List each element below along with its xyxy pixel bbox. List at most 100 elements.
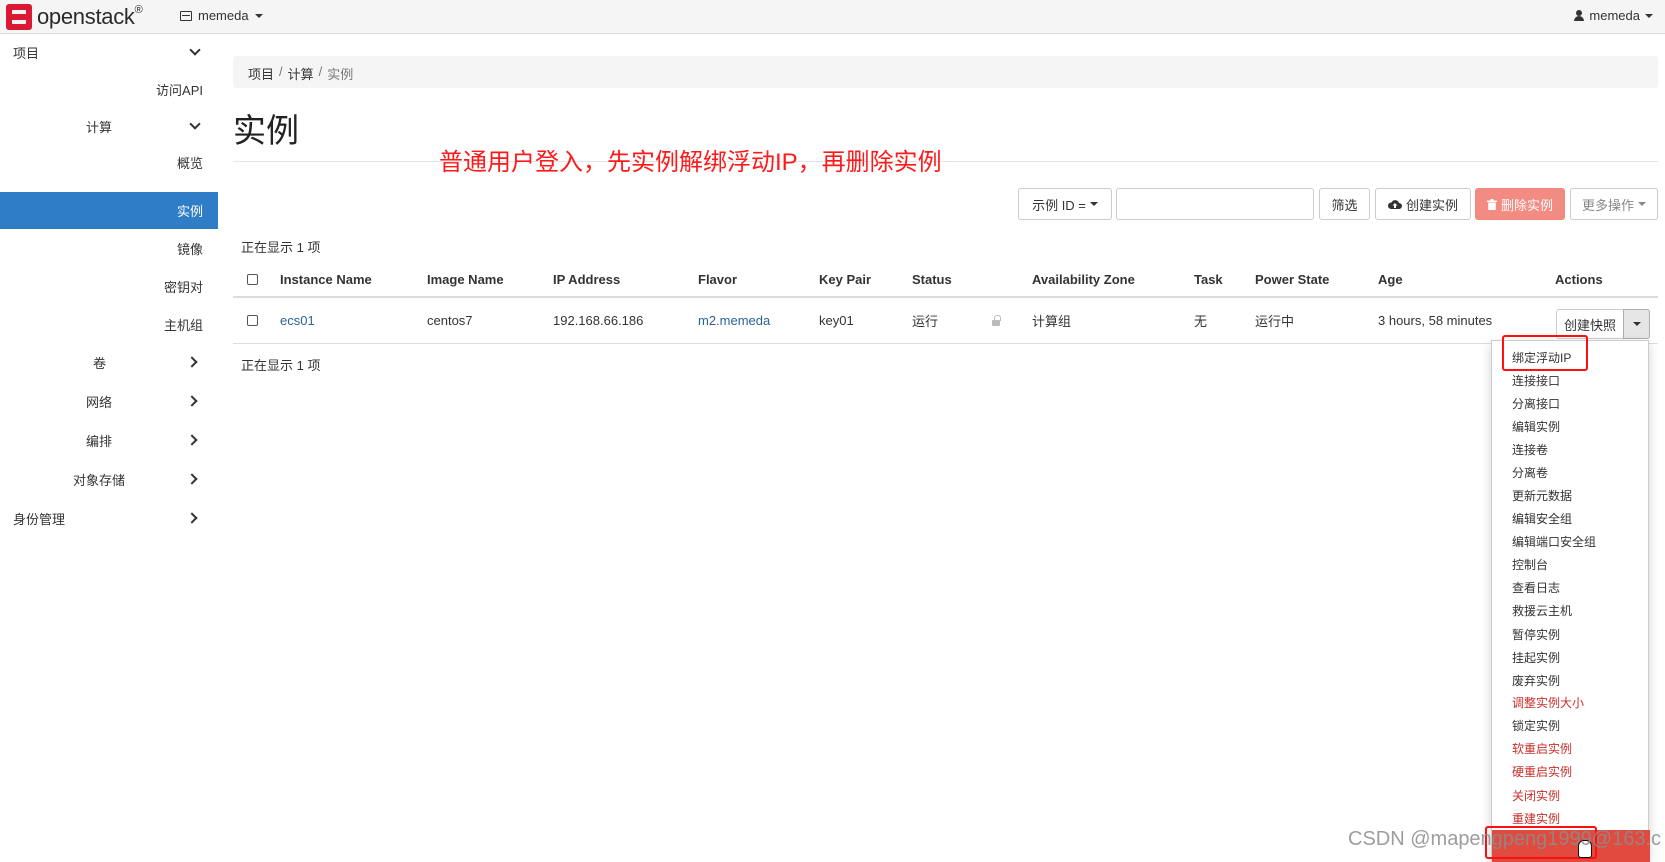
menu-item-hard-reboot[interactable]: 硬重启实例 <box>1512 760 1572 782</box>
openstack-logo-icon <box>6 4 32 30</box>
breadcrumb-item-project[interactable]: 项目 <box>248 64 274 82</box>
menu-item-lock-instance[interactable]: 锁定实例 <box>1512 714 1560 736</box>
more-actions-button[interactable]: 更多操作 <box>1570 188 1658 220</box>
menu-item-edit-instance[interactable]: 编辑实例 <box>1512 415 1560 437</box>
column-header-image-name[interactable]: Image Name <box>427 262 504 296</box>
row-actions-menu: 绑定浮动IP 连接接口 分离接口 编辑实例 连接卷 分离卷 更新元数据 编辑安全… <box>1491 340 1650 862</box>
menu-item-console[interactable]: 控制台 <box>1512 553 1548 575</box>
cloud-upload-icon <box>1388 199 1402 209</box>
row-actions-dropdown-toggle[interactable] <box>1623 309 1650 339</box>
sidebar-item-volumes[interactable]: 卷 <box>0 344 218 380</box>
user-menu[interactable]: memeda <box>1574 8 1653 23</box>
breadcrumb-item-compute[interactable]: 计算 <box>288 64 314 82</box>
column-header-age[interactable]: Age <box>1378 262 1403 296</box>
row-checkbox[interactable] <box>247 315 258 326</box>
create-snapshot-label: 创建快照 <box>1563 317 1616 333</box>
column-header-key-pair[interactable]: Key Pair <box>819 262 871 296</box>
sidebar-item-label: 卷 <box>93 355 107 371</box>
delete-instances-label: 删除实例 <box>1500 197 1553 213</box>
sidebar-item-label: 实例 <box>176 204 203 219</box>
sidebar-item-network[interactable]: 网络 <box>0 383 218 419</box>
menu-item-shelve-instance[interactable]: 废弃实例 <box>1512 669 1560 691</box>
menu-item-detach-interface[interactable]: 分离接口 <box>1512 392 1560 414</box>
user-name: memeda <box>1589 8 1640 23</box>
sidebar-item-orchestration[interactable]: 编排 <box>0 422 218 458</box>
filter-button[interactable]: 筛选 <box>1319 188 1370 220</box>
chevron-down-icon <box>189 44 201 56</box>
caret-down-icon <box>1645 13 1653 18</box>
chevron-right-icon <box>186 395 198 407</box>
brand-registered-mark: ® <box>134 4 143 16</box>
item-count-top: 正在显示 1 项 <box>241 240 321 255</box>
key-pair-cell: key01 <box>819 313 854 328</box>
sidebar-item-object-storage[interactable]: 对象存储 <box>0 461 218 497</box>
menu-item-attach-volume[interactable]: 连接卷 <box>1512 438 1548 460</box>
sidebar-item-key-pairs[interactable]: 密钥对 <box>0 268 218 304</box>
sidebar-item-label: 主机组 <box>163 317 203 333</box>
menu-item-soft-reboot[interactable]: 软重启实例 <box>1512 737 1572 759</box>
chevron-right-icon <box>186 434 198 446</box>
menu-item-attach-interface[interactable]: 连接接口 <box>1512 369 1560 391</box>
sidebar-item-label: 密钥对 <box>163 279 203 295</box>
more-actions-label: 更多操作 <box>1581 197 1634 213</box>
create-instance-button[interactable]: 创建实例 <box>1375 188 1471 220</box>
page-title: 实例 <box>233 112 299 149</box>
sidebar-item-label: 身份管理 <box>13 511 66 527</box>
project-switcher[interactable]: memeda <box>180 8 263 23</box>
sidebar-item-identity[interactable]: 身份管理 <box>0 500 218 536</box>
column-header-ip-address[interactable]: IP Address <box>553 262 620 296</box>
sidebar-item-label: 编排 <box>86 433 113 449</box>
flavor-link[interactable]: m2.memeda <box>698 298 770 343</box>
menu-item-suspend-instance[interactable]: 挂起实例 <box>1512 646 1560 668</box>
sidebar-item-compute[interactable]: 计算 <box>0 108 218 144</box>
image-name-cell: centos7 <box>427 313 473 328</box>
column-header-task[interactable]: Task <box>1194 262 1223 296</box>
item-count-bottom: 正在显示 1 项 <box>241 358 321 373</box>
menu-item-shut-off-instance[interactable]: 关闭实例 <box>1512 784 1560 806</box>
sidebar-item-label: 镜像 <box>176 241 203 257</box>
sidebar-item-label: 网络 <box>86 394 113 410</box>
table-header-row: Instance Name Image Name IP Address Flav… <box>233 262 1658 298</box>
unlocked-cell <box>992 298 1001 343</box>
menu-item-rescue-instance[interactable]: 救援云主机 <box>1512 599 1572 621</box>
openstack-logo[interactable]: openstack® <box>6 4 143 30</box>
availability-zone-cell: 计算组 <box>1032 314 1072 329</box>
menu-item-edit-security-groups[interactable]: 编辑安全组 <box>1512 507 1572 529</box>
column-header-instance-name[interactable]: Instance Name <box>280 262 372 296</box>
menu-item-pause-instance[interactable]: 暂停实例 <box>1512 623 1560 645</box>
caret-down-icon <box>254 13 263 18</box>
column-header-flavor[interactable]: Flavor <box>698 262 737 296</box>
create-instance-label: 创建实例 <box>1405 197 1458 213</box>
delete-instances-button[interactable]: 删除实例 <box>1475 188 1565 220</box>
breadcrumb-item-instances: 实例 <box>327 67 354 82</box>
menu-item-update-metadata[interactable]: 更新元数据 <box>1512 484 1572 506</box>
sidebar-item-project[interactable]: 项目 <box>0 34 218 70</box>
menu-item-view-log[interactable]: 查看日志 <box>1512 576 1560 598</box>
sidebar-item-access-api[interactable]: 访问API <box>0 71 218 107</box>
filter-field-select[interactable]: 示例 ID = <box>1018 188 1112 220</box>
chevron-right-icon <box>186 512 198 524</box>
column-header-availability-zone[interactable]: Availability Zone <box>1032 262 1135 296</box>
menu-item-edit-port-security-groups[interactable]: 编辑端口安全组 <box>1512 530 1596 552</box>
highlight-box-associate-ip <box>1502 335 1588 371</box>
sidebar-item-server-groups[interactable]: 主机组 <box>0 306 218 342</box>
menu-item-resize-instance[interactable]: 调整实例大小 <box>1512 691 1584 713</box>
sidebar-item-label: 项目 <box>13 45 40 61</box>
instance-name-link[interactable]: ecs01 <box>280 298 315 343</box>
sidebar-item-label: 计算 <box>86 119 113 135</box>
table-row: ecs01 centos7 192.168.66.186 m2.memeda k… <box>233 298 1658 344</box>
filter-input[interactable] <box>1116 188 1314 220</box>
caret-down-icon <box>1632 322 1641 326</box>
sidebar-item-label: 访问API <box>156 82 203 98</box>
filter-field-label: 示例 ID = <box>1032 197 1086 213</box>
sidebar: 项目 访问API 计算 概览 实例 镜像 密钥对 主机组 卷 网络 编排 对象存… <box>0 34 218 861</box>
menu-item-detach-volume[interactable]: 分离卷 <box>1512 461 1548 483</box>
select-all-checkbox[interactable] <box>247 273 258 285</box>
column-header-power-state[interactable]: Power State <box>1255 262 1329 296</box>
user-icon <box>1574 10 1585 21</box>
column-header-status[interactable]: Status <box>912 262 952 296</box>
annotation-note: 普通用户登入，先实例解绑浮动IP，再删除实例 <box>439 149 942 176</box>
sidebar-item-instances[interactable]: 实例 <box>0 192 218 229</box>
sidebar-item-overview[interactable]: 概览 <box>0 144 218 180</box>
sidebar-item-images[interactable]: 镜像 <box>0 230 218 266</box>
